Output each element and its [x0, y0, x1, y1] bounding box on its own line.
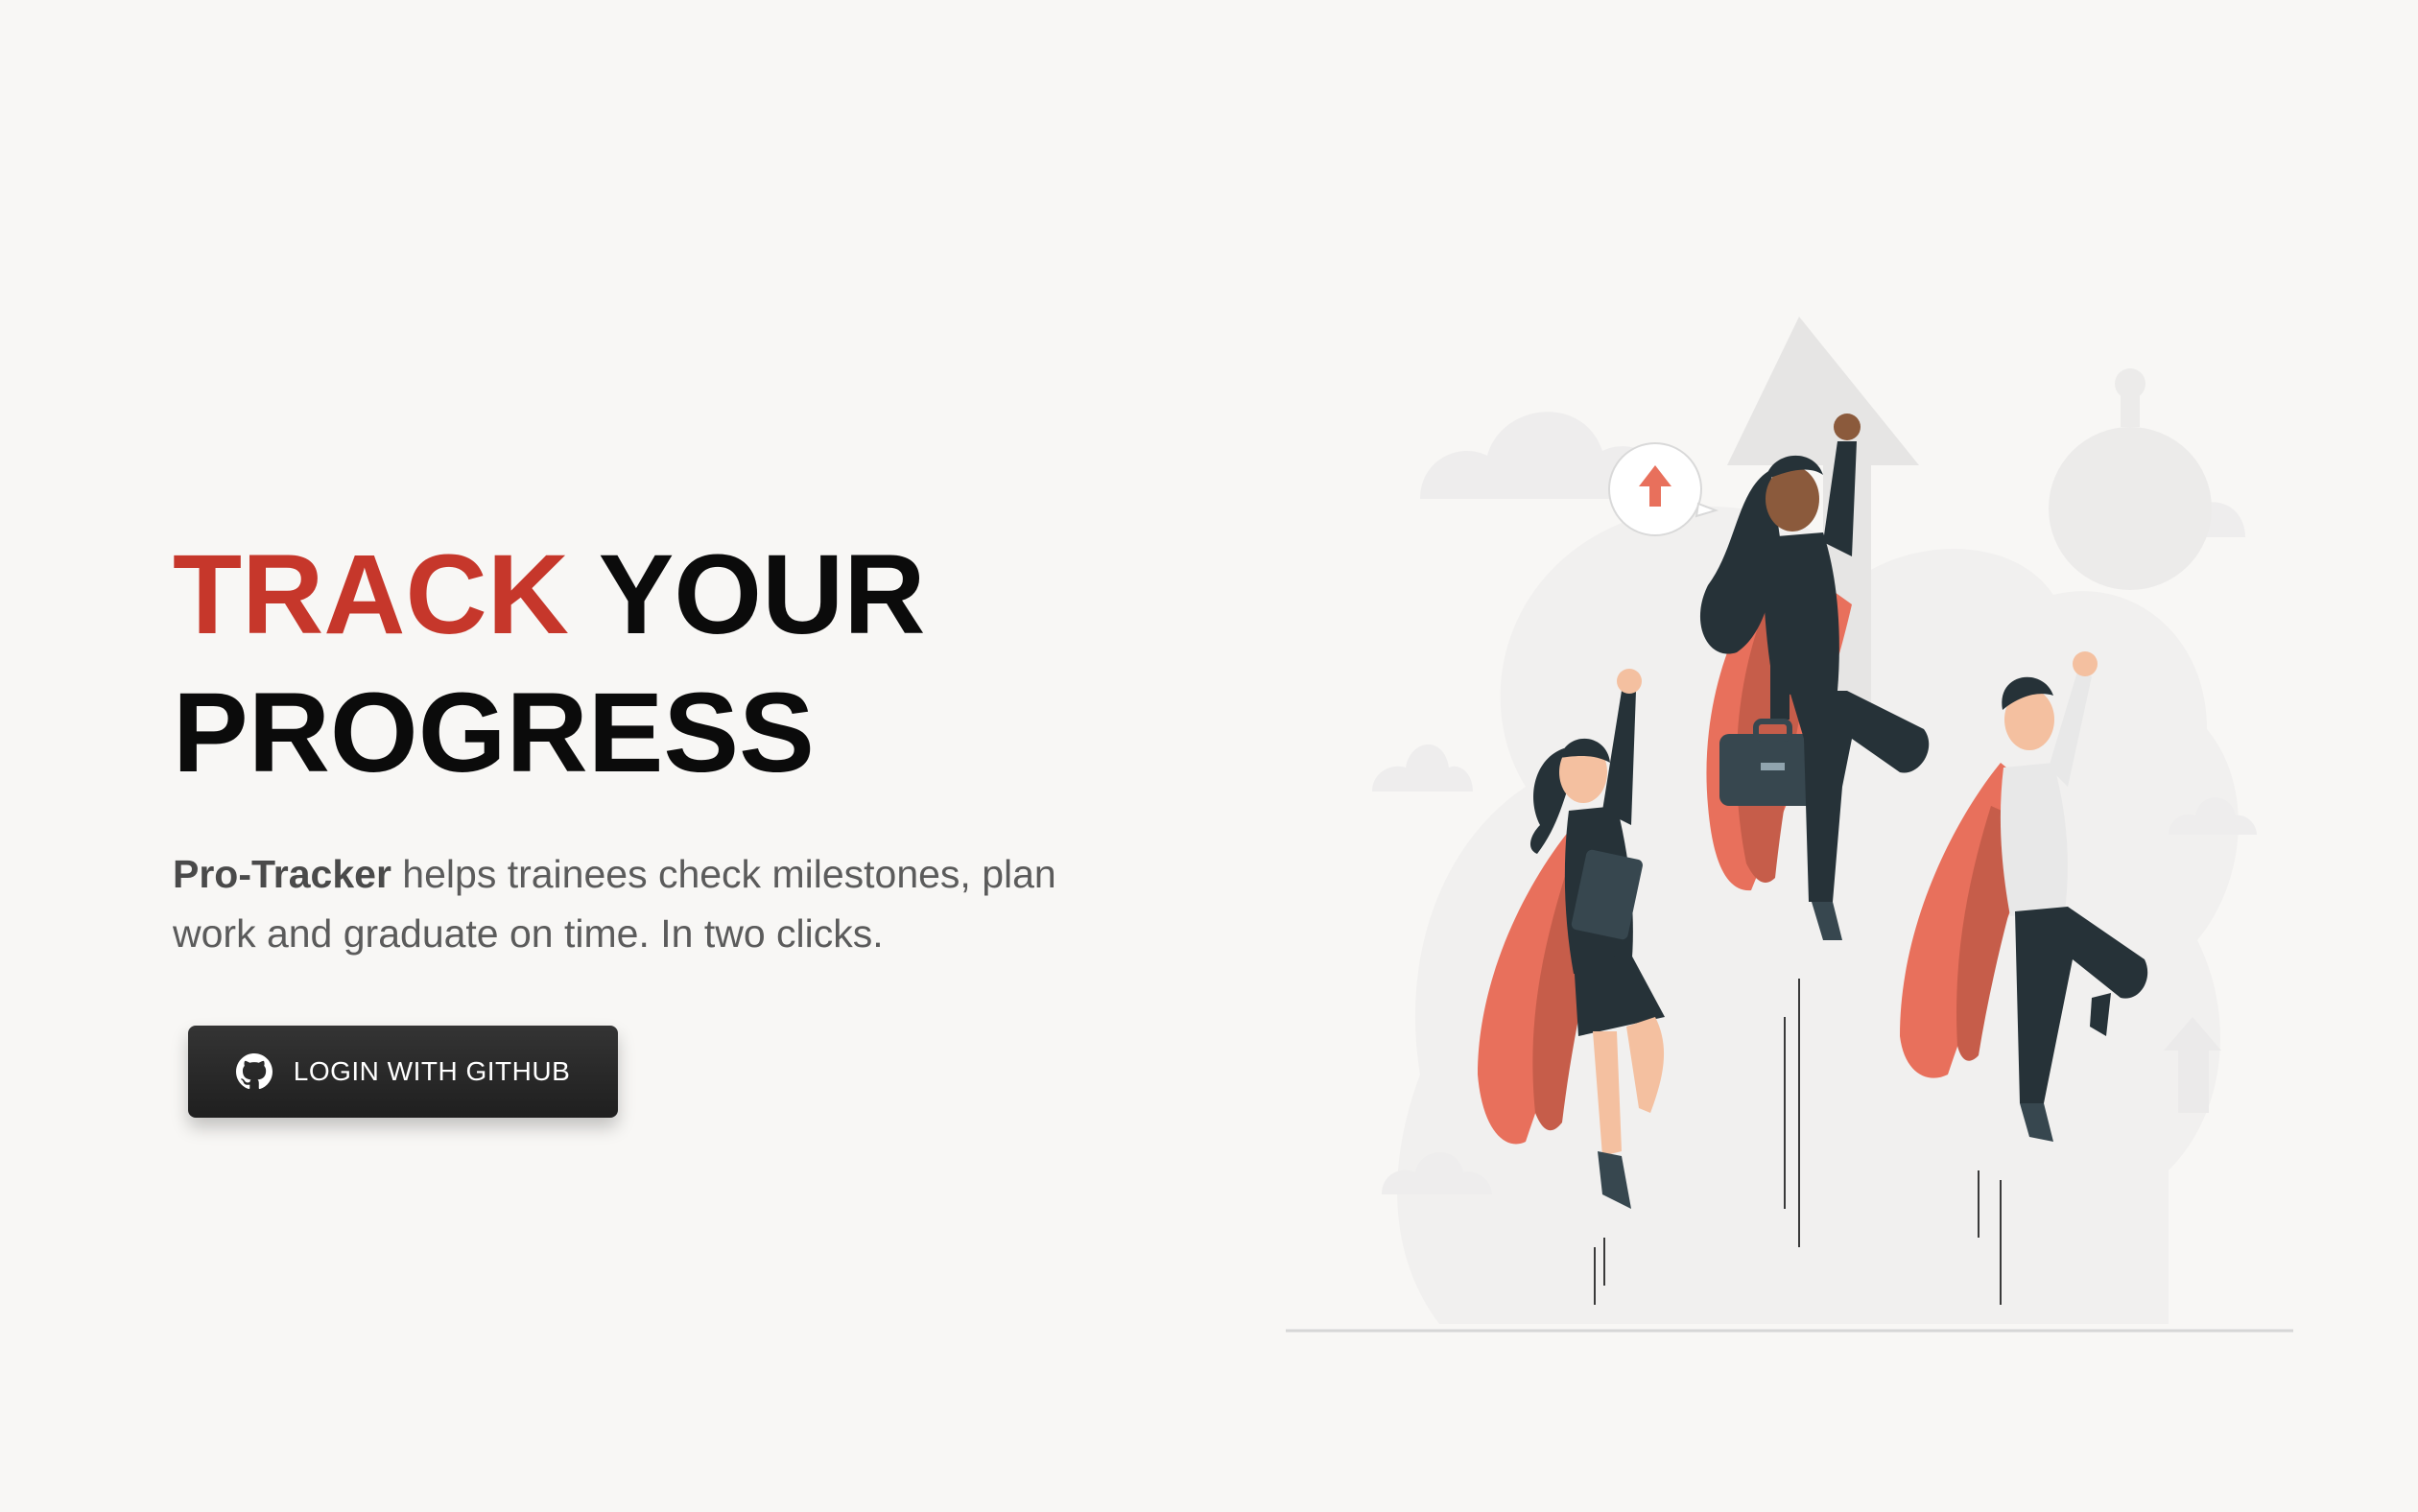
login-button-label: LOGIN WITH GITHUB — [293, 1056, 571, 1086]
headline-line1: YOUR — [568, 532, 926, 658]
hero-tagline: Pro-Tracker helps trainees check milesto… — [173, 844, 1065, 963]
hero-headline: TRACK YOUR PROGRESS — [173, 526, 1132, 802]
landing-page: TRACK YOUR PROGRESS Pro-Tracker helps tr… — [0, 0, 2418, 1512]
hero-section: TRACK YOUR PROGRESS Pro-Tracker helps tr… — [173, 526, 1132, 963]
tagline-brand: Pro-Tracker — [173, 852, 391, 896]
headline-line2: PROGRESS — [173, 670, 815, 796]
login-with-github-button[interactable]: LOGIN WITH GITHUB — [188, 1026, 618, 1118]
github-icon — [235, 1053, 273, 1090]
superheroes-illustration — [1286, 317, 2293, 1333]
headline-accent: TRACK — [173, 532, 569, 658]
